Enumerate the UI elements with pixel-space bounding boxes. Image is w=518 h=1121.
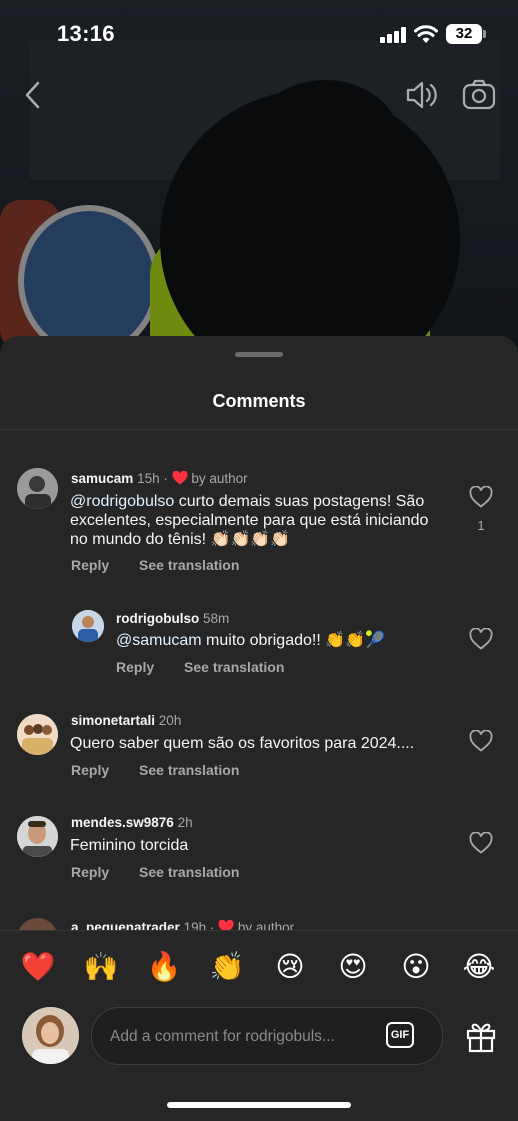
avatar[interactable] — [17, 714, 58, 755]
comment-actions: Reply See translation — [71, 864, 265, 880]
battery-tip — [483, 30, 486, 38]
sheet-title: Comments — [212, 391, 306, 411]
emoji-crying-face[interactable]: 😢 — [270, 947, 310, 987]
comment-actions: Reply See translation — [71, 762, 265, 778]
emoji-heart-eyes[interactable]: 😍 — [333, 947, 373, 987]
comment-item: a_pequenatrader 19h · by author — [0, 916, 518, 930]
comment-body: muito obrigado!! 👏👏🎾 — [201, 632, 385, 649]
emoji-red-heart[interactable]: ❤️ — [18, 947, 58, 987]
heart-outline-icon[interactable] — [469, 628, 493, 650]
sheet-drag-handle[interactable] — [235, 352, 283, 357]
emoji-surprised-face[interactable]: 😮 — [396, 947, 436, 987]
see-translation-button[interactable]: See translation — [184, 659, 284, 675]
comment-meta: rodrigobulso 58m — [116, 611, 229, 626]
comment-time: 58m — [203, 611, 230, 626]
avatar[interactable] — [17, 918, 58, 930]
comment-text: @rodrigobulso curto demais suas postagen… — [70, 492, 450, 549]
by-author-label: by author — [191, 471, 248, 486]
reply-button[interactable]: Reply — [71, 557, 109, 573]
comment-meta: a_pequenatrader 19h · by author — [71, 920, 294, 930]
gif-button[interactable]: GIF — [386, 1022, 414, 1048]
status-bar: 13:16 32 — [0, 0, 518, 70]
emoji-tears-of-joy[interactable]: 😂 — [459, 947, 499, 987]
heart-outline-icon[interactable] — [469, 832, 493, 854]
emoji-quick-bar: ❤️ 🙌 🔥 👏 😢 😍 😮 😂 — [0, 947, 518, 987]
by-author-label: by author — [237, 920, 295, 930]
comment-time: 19h — [183, 920, 207, 930]
emoji-fire[interactable]: 🔥 — [144, 947, 184, 987]
emoji-raised-hands[interactable]: 🙌 — [81, 947, 121, 987]
status-time: 13:16 — [57, 21, 115, 46]
comment-meta: simonetartali 20h — [71, 713, 181, 728]
comment-time: 20h — [158, 713, 182, 728]
comment-actions: Reply See translation — [71, 557, 265, 573]
comment-composer-area: ❤️ 🙌 🔥 👏 😢 😍 😮 😂 GIF — [0, 930, 518, 1121]
gift-icon[interactable] — [465, 1019, 497, 1053]
like-count: 1 — [477, 518, 485, 533]
comment-meta: samucam 15h · by author — [71, 471, 248, 486]
heart-outline-icon[interactable] — [469, 486, 493, 508]
comment-username[interactable]: a_pequenatrader — [71, 920, 180, 930]
comment-text: Quero saber quem são os favoritos para 2… — [70, 735, 415, 752]
mention-link[interactable]: @samucam — [116, 632, 202, 649]
meta-separator: · — [209, 920, 215, 930]
back-chevron-icon[interactable] — [18, 78, 48, 112]
meta-separator: · — [163, 471, 168, 486]
comment-meta: mendes.sw9876 2h — [71, 815, 193, 830]
avatar[interactable] — [72, 610, 104, 642]
author-liked-heart-icon — [218, 920, 234, 930]
comment-actions: Reply See translation — [116, 659, 310, 675]
reply-button[interactable]: Reply — [116, 659, 154, 675]
reply-item: rodrigobulso 58m @samucam muito obrigado… — [0, 608, 518, 678]
comment-username[interactable]: samucam — [71, 471, 133, 486]
cellular-signal-icon — [380, 27, 406, 43]
battery-icon: 32 — [446, 24, 482, 44]
emoji-clapping-hands[interactable]: 👏 — [207, 947, 247, 987]
comment-username[interactable]: simonetartali — [71, 713, 155, 728]
comment-text: @samucam muito obrigado!! 👏👏🎾 — [116, 631, 446, 650]
comment-input[interactable] — [108, 1008, 372, 1066]
mention-link[interactable]: @rodrigobulso — [70, 493, 174, 510]
see-translation-button[interactable]: See translation — [139, 762, 239, 778]
my-avatar[interactable] — [22, 1007, 79, 1064]
comment-item: samucam 15h · by author @rodrigobulso cu… — [0, 466, 518, 576]
reply-button[interactable]: Reply — [71, 762, 109, 778]
comment-username[interactable]: rodrigobulso — [116, 611, 199, 626]
reply-button[interactable]: Reply — [71, 864, 109, 880]
comment-text: Feminino torcida — [70, 837, 189, 854]
comment-input-container: GIF — [91, 1007, 443, 1066]
home-indicator[interactable] — [167, 1102, 351, 1108]
speaker-icon[interactable] — [402, 76, 440, 114]
comment-time: 15h — [137, 471, 160, 486]
comment-time: 2h — [177, 815, 193, 830]
avatar[interactable] — [17, 468, 58, 509]
comment-item: simonetartali 20h Quero saber quem são o… — [0, 712, 518, 782]
heart-outline-icon[interactable] — [469, 730, 493, 752]
wifi-icon — [414, 25, 438, 43]
comment-item: mendes.sw9876 2h Feminino torcida Reply … — [0, 814, 518, 884]
comment-username[interactable]: mendes.sw9876 — [71, 815, 174, 830]
divider — [0, 429, 518, 430]
camera-icon[interactable] — [460, 76, 498, 114]
avatar[interactable] — [17, 816, 58, 857]
see-translation-button[interactable]: See translation — [139, 557, 239, 573]
see-translation-button[interactable]: See translation — [139, 864, 239, 880]
author-liked-heart-icon — [172, 471, 188, 485]
